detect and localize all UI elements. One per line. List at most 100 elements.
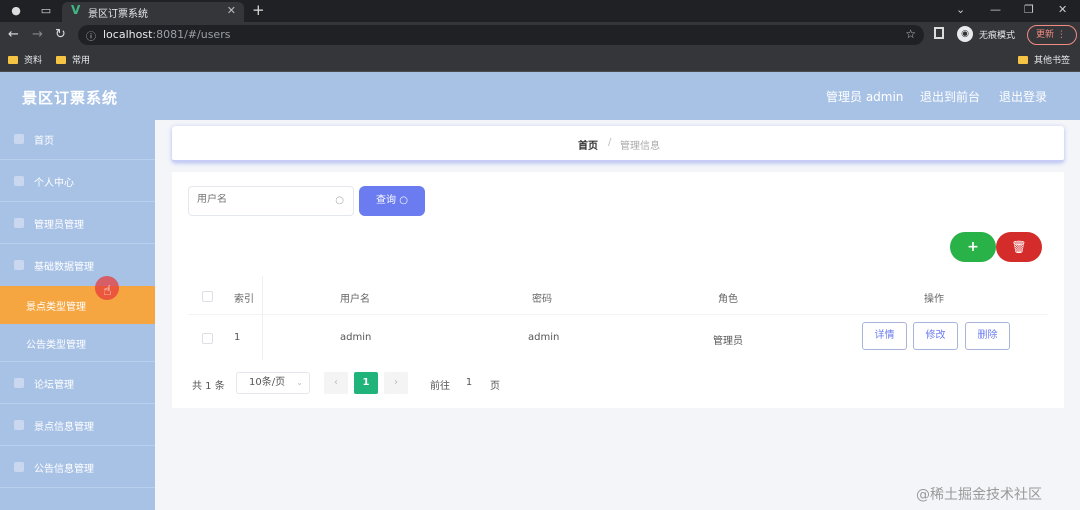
side-panel-icon[interactable] xyxy=(934,27,944,39)
goto-page-input[interactable]: 1 xyxy=(454,372,484,394)
search-icon: ○ xyxy=(335,195,344,206)
sidebar-item-label: 公告类型管理 xyxy=(26,340,86,351)
sidebar-item-notice-info[interactable]: 公告信息管理 xyxy=(0,448,155,488)
pointer-hand-icon: ☝ xyxy=(103,283,112,299)
browser-profile-icon[interactable]: ● xyxy=(8,3,24,19)
current-user: 管理员 admin xyxy=(826,90,904,104)
next-page-button[interactable]: › xyxy=(384,372,408,394)
user-icon xyxy=(14,176,24,186)
tab-title: 景区订票系统 xyxy=(88,9,148,20)
sidebar-item-admin-management[interactable]: 管理员管理 xyxy=(0,204,155,244)
detail-button[interactable]: 详情 xyxy=(862,322,907,350)
sidebar-item-notice-type[interactable]: 公告类型管理 xyxy=(0,324,155,362)
sidebar: 首页 个人中心 管理员管理 基础数据管理 景点类型管理 公告类型管理 论坛管理 … xyxy=(0,120,155,510)
browser-tab[interactable]: V 景区订票系统 ✕ xyxy=(62,2,244,22)
select-all-checkbox[interactable] xyxy=(202,291,213,302)
url-field[interactable]: ⓘ localhost:8081/#/users ☆ xyxy=(78,25,924,45)
column-header-username: 用户名 xyxy=(340,294,370,305)
sidebar-item-label: 管理员管理 xyxy=(34,220,84,231)
sidebar-item-label: 公告信息管理 xyxy=(34,464,94,475)
address-bar-row: ← → ↻ ⓘ localhost:8081/#/users ☆ ◉ 无痕模式 … xyxy=(0,22,1080,48)
cell-index: 1 xyxy=(234,332,241,343)
column-header-password: 密码 xyxy=(532,294,552,305)
forum-icon xyxy=(14,378,24,388)
plus-icon: + xyxy=(967,239,979,255)
add-button[interactable]: + xyxy=(950,232,996,262)
bookmark-star-icon[interactable]: ☆ xyxy=(905,27,916,41)
sidebar-item-label: 论坛管理 xyxy=(34,380,74,391)
exit-to-frontend-link[interactable]: 退出到前台 xyxy=(920,88,980,105)
search-icon: ○ xyxy=(399,195,408,206)
cell-role: 管理员 xyxy=(713,336,743,347)
column-divider xyxy=(262,276,263,360)
sidebar-item-home[interactable]: 首页 xyxy=(0,120,155,160)
home-icon xyxy=(14,134,24,144)
folder-icon xyxy=(56,56,66,64)
folder-icon xyxy=(1018,56,1028,64)
sidebar-item-label: 景点类型管理 xyxy=(26,302,86,313)
notice-icon xyxy=(14,462,24,472)
bookmarks-bar: 资料 常用 其他书签 xyxy=(0,48,1080,72)
username-search-field[interactable]: ○ xyxy=(188,186,354,216)
minimize-icon[interactable]: — xyxy=(990,3,1001,16)
bookmark-folder[interactable]: 常用 xyxy=(56,53,90,66)
column-header-index: 索引 xyxy=(234,294,254,305)
query-button[interactable]: 查询 ○ xyxy=(359,186,425,216)
url-text: localhost:8081/#/users xyxy=(103,28,231,41)
other-bookmarks[interactable]: 其他书签 xyxy=(1018,53,1070,66)
app-header: 景区订票系统 管理员 admin 退出到前台 退出登录 xyxy=(0,72,1080,120)
watermark: @稀土掘金技术社区 xyxy=(916,487,1042,503)
batch-delete-button[interactable]: 🗑 xyxy=(996,232,1042,262)
search-input[interactable] xyxy=(197,194,327,205)
close-window-icon[interactable]: ✕ xyxy=(1058,3,1067,16)
app-title: 景区订票系统 xyxy=(22,89,119,107)
cell-username: admin xyxy=(340,332,372,343)
row-checkbox[interactable] xyxy=(202,333,213,344)
edit-button[interactable]: 修改 xyxy=(913,322,958,350)
current-page-button[interactable]: 1 xyxy=(354,372,378,394)
tab-search-icon[interactable]: ▭ xyxy=(38,3,54,19)
admin-icon xyxy=(14,218,24,228)
logout-link[interactable]: 退出登录 xyxy=(999,88,1047,105)
update-button[interactable]: 更新 ⋮ xyxy=(1027,25,1077,45)
forward-icon[interactable]: → xyxy=(32,27,43,42)
vue-favicon-icon: V xyxy=(71,3,81,17)
incognito-icon[interactable]: ◉ xyxy=(957,26,973,42)
column-header-actions: 操作 xyxy=(924,294,944,305)
sidebar-item-forum[interactable]: 论坛管理 xyxy=(0,364,155,404)
reload-icon[interactable]: ↻ xyxy=(55,27,66,42)
breadcrumb-home[interactable]: 首页 xyxy=(578,137,598,152)
page-unit-label: 页 xyxy=(490,381,500,392)
delete-button[interactable]: 删除 xyxy=(965,322,1010,350)
trash-icon: 🗑 xyxy=(1011,240,1027,254)
site-info-icon[interactable]: ⓘ xyxy=(86,28,96,43)
goto-label: 前往 xyxy=(430,381,450,392)
breadcrumb-current: 管理信息 xyxy=(620,141,660,152)
folder-icon xyxy=(8,56,18,64)
sidebar-item-profile[interactable]: 个人中心 xyxy=(0,162,155,202)
prev-page-button[interactable]: ‹ xyxy=(324,372,348,394)
browser-tab-bar: ● ▭ V 景区订票系统 ✕ + ⌄ — ❐ ✕ xyxy=(0,0,1080,22)
restore-icon[interactable]: ❐ xyxy=(1024,3,1034,16)
data-icon xyxy=(14,260,24,270)
incognito-label: 无痕模式 xyxy=(979,31,1016,41)
pagination-total: 共 1 条 xyxy=(192,381,225,392)
sidebar-item-basic-data[interactable]: 基础数据管理 xyxy=(0,246,155,286)
tab-list-icon[interactable]: ⌄ xyxy=(956,3,965,16)
page-size-select[interactable]: 10条/页 ⌄ xyxy=(236,372,310,394)
scenic-icon xyxy=(14,420,24,430)
row-divider xyxy=(188,314,1048,315)
new-tab-icon[interactable]: + xyxy=(252,1,265,19)
sidebar-item-label: 景点信息管理 xyxy=(34,422,94,433)
chevron-down-icon: ⌄ xyxy=(296,378,303,387)
sidebar-item-scenic-type[interactable]: 景点类型管理 xyxy=(0,286,155,324)
cell-password: admin xyxy=(528,332,560,343)
sidebar-item-label: 个人中心 xyxy=(34,178,74,189)
bookmark-folder[interactable]: 资料 xyxy=(8,53,42,66)
back-icon[interactable]: ← xyxy=(8,27,19,42)
breadcrumb: 首页 / 管理信息 xyxy=(172,126,1064,162)
sidebar-item-label: 基础数据管理 xyxy=(34,262,94,273)
tab-close-icon[interactable]: ✕ xyxy=(227,4,236,17)
main-content: ○ 查询 ○ + 🗑 索引 用户名 密码 角色 操作 1 admin admin… xyxy=(172,172,1064,408)
sidebar-item-scenic-info[interactable]: 景点信息管理 xyxy=(0,406,155,446)
